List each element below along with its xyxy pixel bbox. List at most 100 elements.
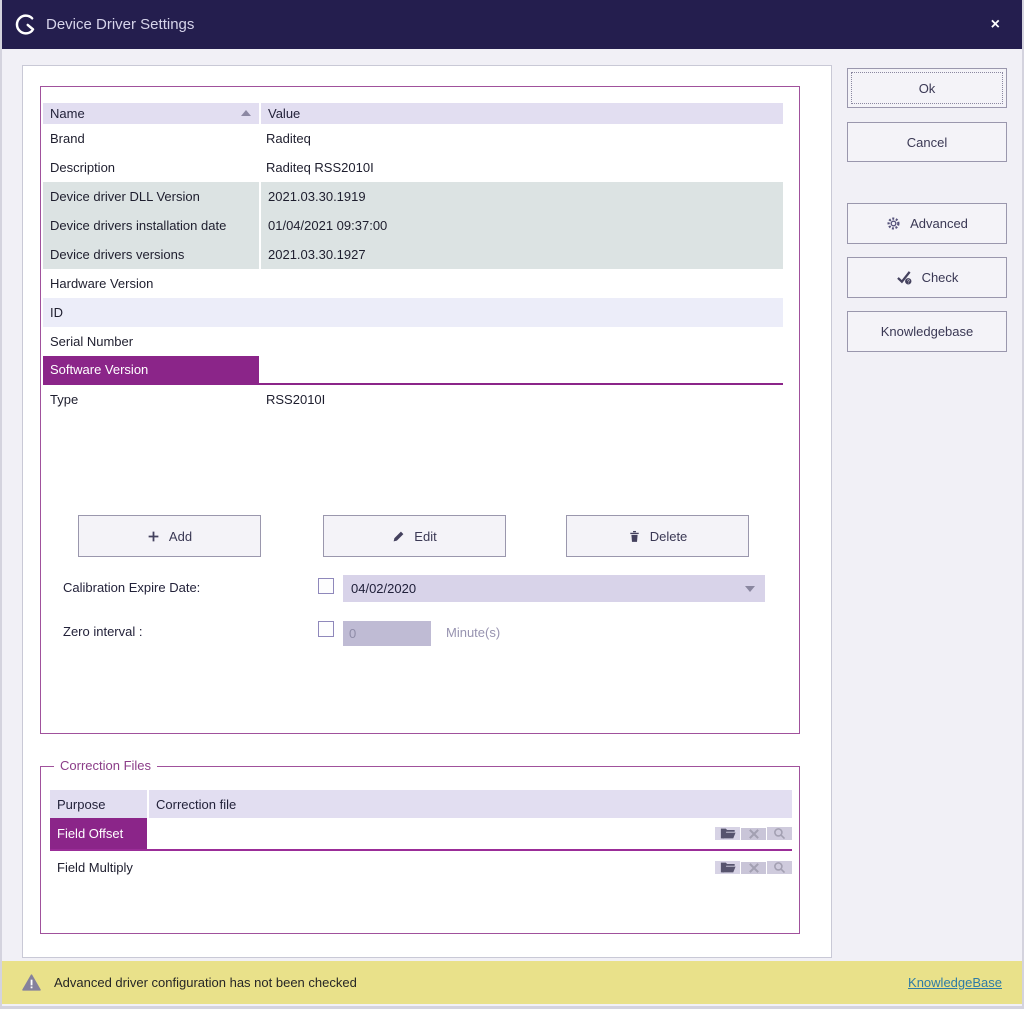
property-value [259,269,783,298]
table-row[interactable]: Description Raditeq RSS2010I [43,153,783,182]
trash-icon [628,530,641,543]
knowledgebase-link[interactable]: KnowledgeBase [908,975,1002,990]
correction-row-selected[interactable]: Field Offset [50,818,792,851]
property-value: 2021.03.30.1927 [268,247,366,262]
table-row[interactable]: Serial Number [43,327,783,356]
status-message: Advanced driver configuration has not be… [54,975,357,990]
column-header-correction-file: Correction file [147,790,792,818]
property-value: 2021.03.30.1919 [268,189,366,204]
pencil-icon [392,530,405,543]
table-row[interactable]: Hardware Version [43,269,783,298]
knowledgebase-button-label: Knowledgebase [880,324,974,339]
chevron-down-icon [745,586,755,592]
plus-icon [147,530,160,543]
magnifier-icon [773,827,786,840]
column-header-name-label: Name [50,106,85,121]
property-name: Hardware Version [50,276,154,291]
correction-row-actions [715,818,792,849]
folder-open-icon [720,861,736,874]
check-button[interactable]: ? Check [847,257,1007,298]
column-header-name[interactable]: Name [43,103,259,124]
close-icon[interactable]: × [981,14,1010,36]
delete-button-label: Delete [649,528,688,544]
ok-button-label: Ok [918,80,936,96]
view-file-button[interactable] [767,861,792,874]
table-row-selected[interactable]: Software Version [43,356,783,385]
zero-interval-input[interactable]: 0 [343,621,431,646]
edit-button-label: Edit [414,528,437,544]
knowledgebase-button[interactable]: Knowledgebase [847,311,1007,352]
property-name: Brand [50,131,85,146]
edit-button[interactable]: Edit [323,515,506,557]
column-header-purpose: Purpose [57,796,106,812]
folder-open-icon [720,827,736,840]
correction-purpose: Field Offset [50,818,147,849]
svg-text:?: ? [906,279,909,285]
property-value [259,356,783,383]
title-bar: Device Driver Settings × [2,0,1022,49]
correction-files-group: Correction Files Purpose Correction file… [40,758,800,934]
property-name: Device drivers versions [43,240,261,269]
property-name: Device drivers installation date [43,211,261,240]
calibration-date-dropdown[interactable]: 04/02/2020 [343,575,765,602]
property-name: Serial Number [50,334,134,349]
property-value: Raditeq RSS2010I [266,160,374,175]
app-logo-icon [14,13,37,36]
property-name: Description [50,160,116,175]
browse-file-button[interactable] [715,827,740,840]
add-button[interactable]: Add [78,515,261,557]
main-panel: Name Value Brand Raditeq Description Rad… [22,65,832,958]
ok-button[interactable]: Ok [847,68,1007,108]
column-header-value[interactable]: Value [259,103,783,124]
column-header-value-label: Value [268,106,301,121]
browse-file-button[interactable] [715,861,740,874]
x-icon [748,828,760,840]
property-name: ID [50,305,63,320]
zero-interval-value: 0 [349,626,357,641]
table-row[interactable]: Type RSS2010I [43,385,783,414]
correction-files-table: Purpose Correction file Field Offset Fie… [50,790,792,884]
view-file-button[interactable] [767,827,792,840]
property-value [259,298,783,327]
correction-files-legend: Correction Files [54,758,158,773]
add-button-label: Add [168,528,193,544]
properties-table: Name Value Brand Raditeq Description Rad… [43,103,783,414]
warning-icon [22,974,41,991]
properties-box: Name Value Brand Raditeq Description Rad… [40,86,800,734]
correction-table-header: Purpose Correction file [50,790,792,818]
table-row[interactable]: ID [43,298,783,327]
table-row[interactable]: Device drivers installation date 01/04/2… [43,211,783,240]
sort-ascending-icon [241,110,251,116]
property-value [259,327,783,356]
table-row[interactable]: Device drivers versions 2021.03.30.1927 [43,240,783,269]
correction-row-actions [715,851,792,884]
properties-table-header[interactable]: Name Value [43,103,783,124]
advanced-button[interactable]: Advanced [847,203,1007,244]
property-name: Type [50,392,79,407]
zero-interval-label: Zero interval : [63,624,143,639]
check-button-label: Check [921,270,959,285]
clear-file-button[interactable] [741,861,766,874]
correction-purpose: Field Multiply [57,860,133,875]
advanced-button-label: Advanced [910,216,968,231]
calibration-date-value: 04/02/2020 [351,581,417,596]
gear-icon [886,216,901,231]
zero-interval-unit: Minute(s) [446,625,501,640]
x-icon [748,862,760,874]
table-row[interactable]: Brand Raditeq [43,124,783,153]
property-name: Device driver DLL Version [43,182,261,211]
cancel-button-label: Cancel [906,134,948,150]
table-row[interactable]: Device driver DLL Version 2021.03.30.191… [43,182,783,211]
correction-file-value[interactable] [147,851,715,884]
delete-button[interactable]: Delete [566,515,749,557]
calibration-expire-checkbox[interactable] [318,578,334,594]
magnifier-icon [773,861,786,874]
clear-file-button[interactable] [741,827,766,840]
status-bar: Advanced driver configuration has not be… [2,961,1022,1004]
check-question-icon: ? [896,270,913,285]
cancel-button[interactable]: Cancel [847,122,1007,162]
correction-row[interactable]: Field Multiply [50,851,792,884]
correction-file-value[interactable] [147,818,715,849]
zero-interval-checkbox[interactable] [318,621,334,637]
property-name: Software Version [43,356,259,383]
